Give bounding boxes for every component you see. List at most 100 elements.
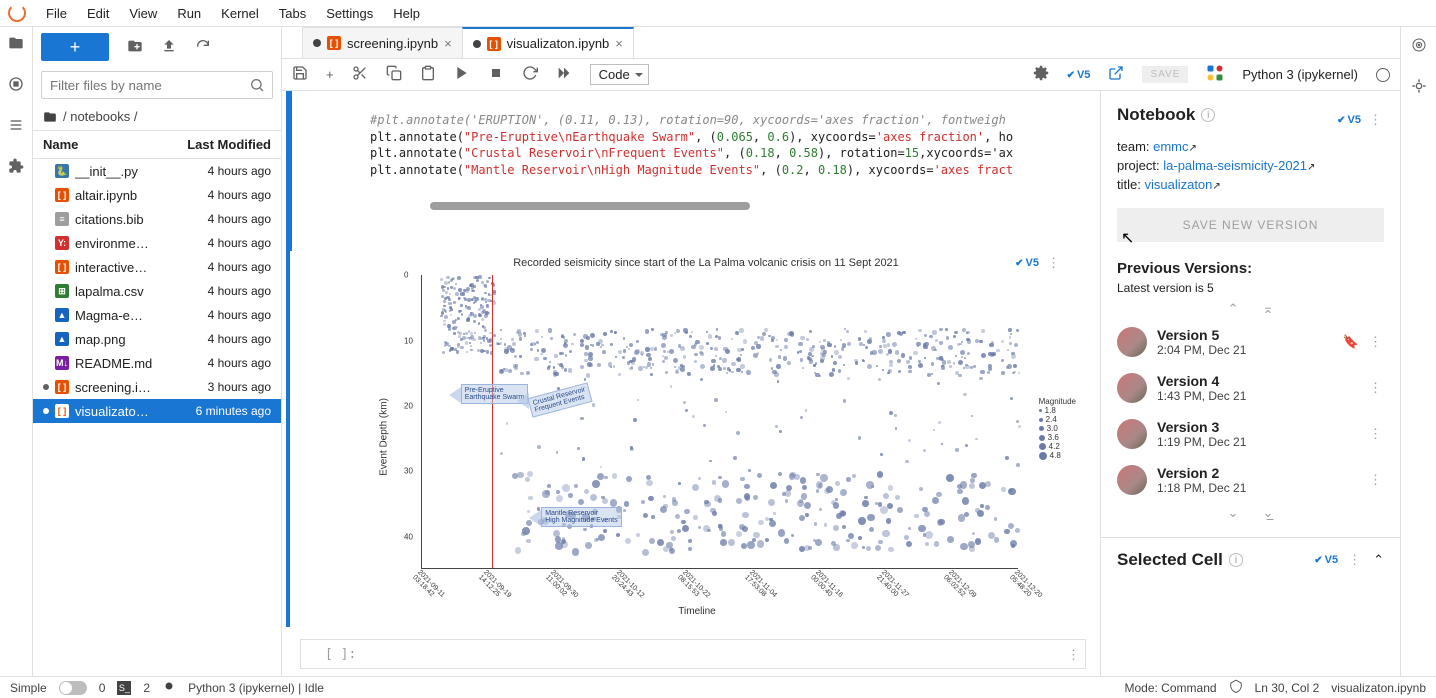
info-icon[interactable]: i	[1229, 553, 1243, 567]
kernel-status-icon[interactable]	[1376, 68, 1390, 82]
stop-icon[interactable]	[488, 65, 504, 84]
cut-icon[interactable]	[352, 65, 368, 84]
restart-icon[interactable]	[522, 65, 538, 84]
folder-icon[interactable]	[8, 35, 24, 54]
version-menu-icon[interactable]: ⋮	[1369, 334, 1384, 350]
curvenote-save-button[interactable]: SAVE	[1142, 66, 1188, 83]
version-menu-icon[interactable]: ⋮	[1369, 380, 1384, 396]
terminal-icon[interactable]: S_	[117, 681, 131, 695]
property-inspector-icon[interactable]	[1411, 37, 1427, 56]
col-modified[interactable]: Last Modified	[187, 137, 271, 152]
file-row[interactable]: ≡citations.bib4 hours ago	[33, 207, 281, 231]
simple-mode-toggle[interactable]	[59, 681, 87, 695]
expand-down-icon[interactable]: ⌄	[1228, 505, 1239, 521]
save-icon[interactable]	[292, 65, 308, 84]
new-folder-icon[interactable]	[127, 38, 143, 57]
title-link[interactable]: visualizaton	[1144, 177, 1212, 192]
file-row[interactable]: [ ]screening.i…3 hours ago	[33, 375, 281, 399]
menu-kernel[interactable]: Kernel	[211, 6, 269, 21]
close-icon[interactable]: ×	[444, 36, 452, 51]
curvenote-panel: Notebooki V5 ⋮ team: emmc↗ project: la-p…	[1100, 91, 1400, 676]
x-tick: 2021-10-12 20:24:43	[610, 569, 645, 604]
upload-icon[interactable]	[161, 38, 177, 57]
current-file[interactable]: visualizaton.ipynb	[1331, 681, 1426, 695]
new-launcher-button[interactable]: +	[41, 33, 109, 61]
file-modified: 4 hours ago	[208, 332, 271, 346]
collapse-section-icon[interactable]: ⌃	[1373, 552, 1384, 568]
info-icon[interactable]: i	[1201, 108, 1215, 122]
cell-type-select[interactable]: Code	[590, 64, 649, 85]
menu-settings[interactable]: Settings	[316, 6, 383, 21]
menu-file[interactable]: File	[36, 6, 77, 21]
empty-code-cell[interactable]: [ ]:	[300, 639, 1086, 669]
curvenote-settings-icon[interactable]	[1033, 65, 1049, 84]
file-row[interactable]: [ ]visualizato…6 minutes ago	[33, 399, 281, 423]
team-link[interactable]: emmc	[1153, 139, 1188, 154]
cell-menu-icon[interactable]: ⋮	[1067, 647, 1082, 663]
file-row[interactable]: [ ]altair.ipynb4 hours ago	[33, 183, 281, 207]
version-menu-icon[interactable]: ⋮	[1369, 426, 1384, 442]
mode-indicator[interactable]: Mode: Command	[1125, 681, 1217, 695]
refresh-icon[interactable]	[195, 38, 211, 57]
tab[interactable]: [ ]visualizaton.ipynb×	[462, 27, 634, 58]
terminals-count[interactable]: 0	[99, 681, 106, 695]
run-icon[interactable]	[454, 65, 470, 84]
menu-view[interactable]: View	[119, 6, 167, 21]
panel-menu-icon[interactable]: ⋮	[1348, 552, 1363, 568]
file-row[interactable]: Y:environme…4 hours ago	[33, 231, 281, 255]
horizontal-scrollbar[interactable]	[430, 202, 750, 210]
breadcrumb[interactable]: / notebooks /	[33, 103, 281, 130]
menu-edit[interactable]: Edit	[77, 6, 119, 21]
notebook-icon: [ ]	[327, 36, 341, 50]
save-new-version-button[interactable]: SAVE NEW VERSION	[1117, 208, 1384, 242]
close-icon[interactable]: ×	[615, 36, 623, 51]
cursor-position[interactable]: Ln 30, Col 2	[1255, 681, 1320, 695]
bookmark-icon[interactable]: 🔖	[1343, 334, 1359, 350]
notifications-icon[interactable]	[1229, 679, 1243, 696]
debug-icon[interactable]	[1411, 78, 1427, 97]
col-name[interactable]: Name	[43, 137, 78, 152]
add-cell-icon[interactable]: +	[326, 67, 334, 82]
version-row[interactable]: Version 41:43 PM, Dec 21⋮	[1117, 365, 1384, 411]
restart-run-all-icon[interactable]	[556, 65, 572, 84]
copy-icon[interactable]	[386, 65, 402, 84]
version-badge[interactable]: V5	[1067, 69, 1091, 81]
code-editor[interactable]: #plt.annotate('ERUPTION', (0.11, 0.13), …	[300, 91, 1100, 251]
version-row[interactable]: Version 21:18 PM, Dec 21⋮	[1117, 457, 1384, 503]
file-type-icon: ⊞	[55, 284, 69, 298]
kernel-status-text[interactable]: Python 3 (ipykernel) | Idle	[188, 681, 324, 695]
file-row[interactable]: ▲Magma-e…4 hours ago	[33, 303, 281, 327]
running-icon[interactable]	[8, 76, 24, 95]
version-badge[interactable]: V5	[1314, 554, 1338, 566]
jump-top-icon[interactable]: ⌅	[1263, 301, 1274, 317]
tab[interactable]: [ ]screening.ipynb×	[302, 27, 463, 58]
file-filter-input[interactable]	[41, 71, 273, 99]
file-row[interactable]: ▲map.png4 hours ago	[33, 327, 281, 351]
extensions-icon[interactable]	[8, 158, 24, 177]
jump-bottom-icon[interactable]: ⌄̲	[1263, 505, 1274, 521]
code-cell[interactable]: #plt.annotate('ERUPTION', (0.11, 0.13), …	[286, 91, 1100, 251]
version-menu-icon[interactable]: ⋮	[1369, 472, 1384, 488]
kernel-list-icon[interactable]	[162, 679, 176, 696]
menu-run[interactable]: Run	[167, 6, 211, 21]
file-row[interactable]: M↓README.md4 hours ago	[33, 351, 281, 375]
collapse-up-icon[interactable]: ⌃	[1228, 301, 1239, 317]
menu-help[interactable]: Help	[383, 6, 430, 21]
notebook-scroll[interactable]: #plt.annotate('ERUPTION', (0.11, 0.13), …	[282, 91, 1100, 676]
panel-menu-icon[interactable]: ⋮	[1369, 112, 1384, 128]
version-badge[interactable]: V5	[1337, 114, 1361, 126]
toc-icon[interactable]	[8, 117, 24, 136]
open-external-icon[interactable]	[1108, 65, 1124, 84]
version-row[interactable]: Version 52:04 PM, Dec 21🔖⋮	[1117, 319, 1384, 365]
curvenote-logo-icon[interactable]	[1206, 64, 1224, 85]
paste-icon[interactable]	[420, 65, 436, 84]
file-browser: + / notebooks / Name Last Modified 🐍	[33, 27, 282, 676]
project-link[interactable]: la-palma-seismicity-2021	[1163, 158, 1307, 173]
file-row[interactable]: [ ]interactive…4 hours ago	[33, 255, 281, 279]
menu-tabs[interactable]: Tabs	[269, 6, 316, 21]
file-row[interactable]: ⊞lapalma.csv4 hours ago	[33, 279, 281, 303]
kernels-count[interactable]: 2	[143, 681, 150, 695]
file-row[interactable]: 🐍__init__.py4 hours ago	[33, 159, 281, 183]
kernel-name[interactable]: Python 3 (ipykernel)	[1242, 67, 1358, 82]
version-row[interactable]: Version 31:19 PM, Dec 21⋮	[1117, 411, 1384, 457]
